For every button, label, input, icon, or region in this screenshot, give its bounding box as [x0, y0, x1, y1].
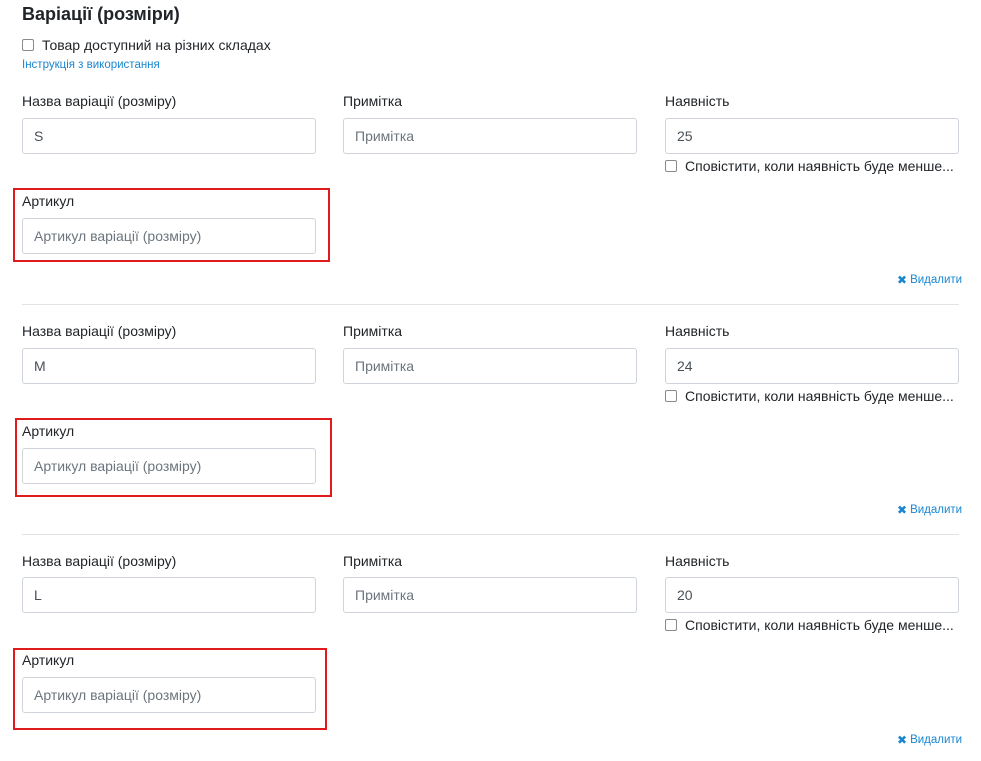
close-icon: ✖: [897, 503, 908, 517]
variant-name-input[interactable]: [22, 577, 316, 613]
notify-label: Сповістити, коли наявність буде менше...: [685, 158, 954, 174]
section-title: Варіації (розміри): [22, 4, 180, 24]
notify-checkbox[interactable]: [665, 619, 677, 631]
notify-option[interactable]: Сповістити, коли наявність буде менше...: [665, 158, 954, 174]
variant-sku-label: Артикул: [22, 193, 75, 209]
multi-warehouse-checkbox[interactable]: [22, 39, 34, 51]
variant-sku-input[interactable]: [22, 448, 316, 484]
delete-label: Видалити: [910, 734, 963, 746]
notify-checkbox[interactable]: [665, 160, 677, 172]
variant-note-label: Примітка: [343, 93, 403, 109]
close-icon: ✖: [897, 273, 908, 287]
variant-stock-label: Наявність: [665, 553, 730, 569]
variant-note-input[interactable]: [343, 348, 637, 384]
multi-warehouse-option[interactable]: Товар доступний на різних складах: [22, 37, 271, 53]
instructions-link[interactable]: Інструкція з використання: [22, 59, 160, 71]
variant-stock-input[interactable]: [665, 577, 959, 613]
multi-warehouse-label: Товар доступний на різних складах: [42, 37, 271, 53]
variant-stock-label: Наявність: [665, 93, 730, 109]
notify-label: Сповістити, коли наявність буде менше...: [685, 388, 954, 404]
variant-note-input[interactable]: [343, 118, 637, 154]
close-icon: ✖: [897, 733, 908, 747]
variant-sku-input[interactable]: [22, 677, 316, 713]
variant-stock-label: Наявність: [665, 323, 730, 339]
delete-label: Видалити: [910, 274, 963, 286]
variant-divider: [22, 304, 959, 305]
notify-checkbox[interactable]: [665, 390, 677, 402]
variant-stock-input[interactable]: [665, 118, 959, 154]
variant-name-label: Назва варіації (розміру): [22, 553, 177, 569]
delete-variant-button[interactable]: ✖ Видалити: [897, 273, 962, 287]
variant-note-label: Примітка: [343, 323, 403, 339]
delete-variant-button[interactable]: ✖ Видалити: [897, 503, 962, 517]
variant-divider: [22, 534, 959, 535]
delete-variant-button[interactable]: ✖ Видалити: [897, 733, 962, 747]
variant-sku-label: Артикул: [22, 423, 75, 439]
variant-name-input[interactable]: [22, 348, 316, 384]
notify-option[interactable]: Сповістити, коли наявність буде менше...: [665, 617, 954, 633]
variant-sku-label: Артикул: [22, 652, 75, 668]
notify-label: Сповістити, коли наявність буде менше...: [685, 617, 954, 633]
variant-stock-input[interactable]: [665, 348, 959, 384]
variant-name-label: Назва варіації (розміру): [22, 93, 177, 109]
variant-name-input[interactable]: [22, 118, 316, 154]
delete-label: Видалити: [910, 504, 963, 516]
variant-sku-input[interactable]: [22, 218, 316, 254]
variant-name-label: Назва варіації (розміру): [22, 323, 177, 339]
variant-note-input[interactable]: [343, 577, 637, 613]
variant-note-label: Примітка: [343, 553, 403, 569]
notify-option[interactable]: Сповістити, коли наявність буде менше...: [665, 388, 954, 404]
